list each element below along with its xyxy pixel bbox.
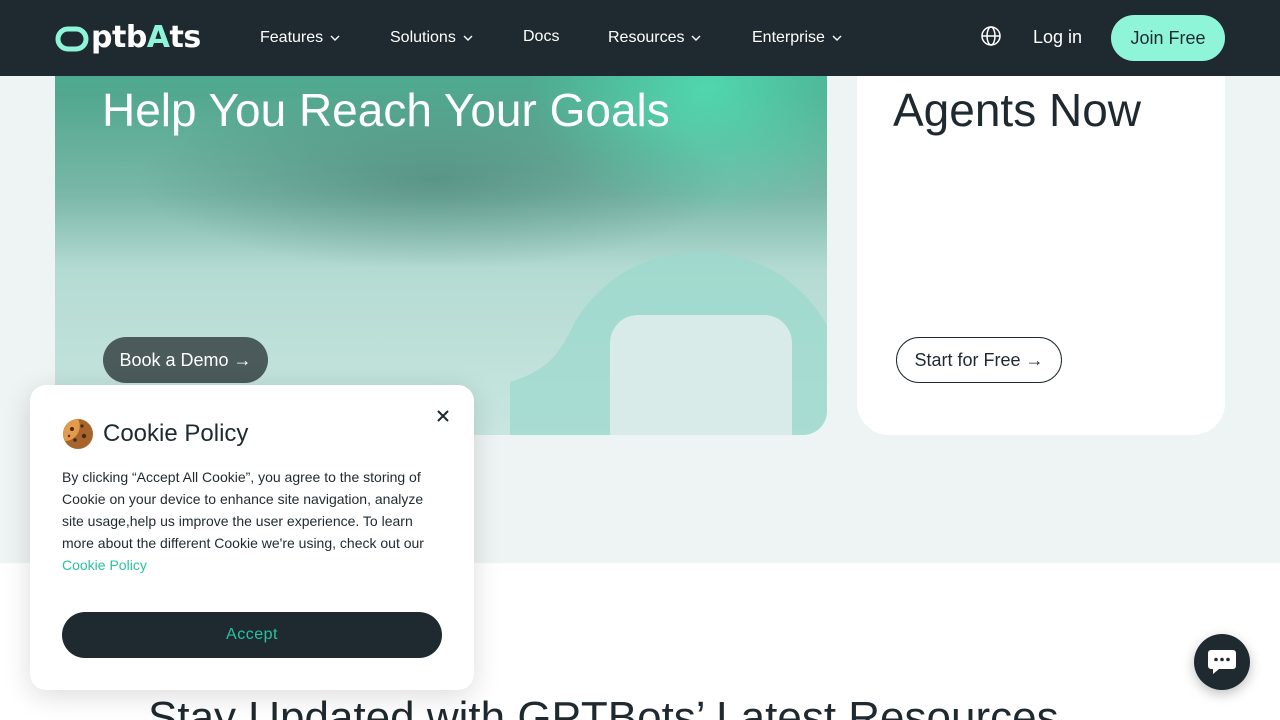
decorative-arch-graphic bbox=[510, 252, 827, 435]
chevron-down-icon bbox=[832, 35, 842, 41]
hero-title: Help You Reach Your Goals bbox=[102, 84, 670, 136]
nav-item-label: Solutions bbox=[390, 29, 456, 46]
cookie-dialog: Cookie Policy By clicking “Accept All Co… bbox=[30, 385, 474, 690]
cookie-policy-link[interactable]: Cookie Policy bbox=[62, 554, 442, 576]
start-for-free-button[interactable]: Start for Free → bbox=[896, 337, 1062, 383]
chevron-down-icon bbox=[463, 35, 473, 41]
chevron-down-icon bbox=[330, 35, 340, 41]
nav-item-resources[interactable]: Resources bbox=[608, 26, 702, 50]
logo[interactable]: ptbAts bbox=[55, 22, 201, 54]
join-free-button[interactable]: Join Free bbox=[1111, 15, 1225, 61]
book-demo-button[interactable]: Book a Demo → bbox=[103, 337, 268, 383]
nav-item-enterprise[interactable]: Enterprise bbox=[752, 26, 843, 50]
cookie-body-text: By clicking “Accept All Cookie”, you agr… bbox=[62, 466, 442, 576]
chat-bubble-icon bbox=[1208, 650, 1236, 674]
chat-widget-button[interactable] bbox=[1194, 634, 1250, 690]
section-title: Stay Updated with GPTBots’ Latest Resour… bbox=[148, 693, 1059, 720]
nav-item-label: Features bbox=[260, 29, 324, 46]
cookie-icon bbox=[63, 419, 93, 449]
accept-button[interactable]: Accept bbox=[62, 612, 442, 658]
cookie-description: By clicking “Accept All Cookie”, you agr… bbox=[62, 469, 424, 551]
close-icon[interactable] bbox=[434, 407, 452, 425]
hero-right-title: Agents Now bbox=[893, 84, 1142, 136]
logo-accent: A bbox=[146, 20, 170, 55]
nav-item-docs[interactable]: Docs bbox=[523, 25, 559, 49]
nav-item-label: Resources bbox=[608, 29, 685, 46]
top-navbar: ptbAts Features Solutions Docs Resources… bbox=[0, 0, 1280, 76]
chevron-down-icon bbox=[691, 35, 701, 41]
nav-item-label: Docs bbox=[523, 28, 560, 45]
nav-item-solutions[interactable]: Solutions bbox=[390, 26, 474, 50]
login-link[interactable]: Log in bbox=[1033, 25, 1082, 49]
cookie-title: Cookie Policy bbox=[103, 420, 249, 447]
logo-ring-icon bbox=[55, 26, 89, 51]
logo-part: ts bbox=[169, 20, 202, 55]
logo-part: ptb bbox=[91, 20, 147, 55]
logo-text: ptbAts bbox=[55, 22, 201, 54]
nav-item-features[interactable]: Features bbox=[260, 26, 341, 50]
globe-icon[interactable] bbox=[980, 25, 1002, 47]
nav-item-label: Enterprise bbox=[752, 29, 825, 46]
